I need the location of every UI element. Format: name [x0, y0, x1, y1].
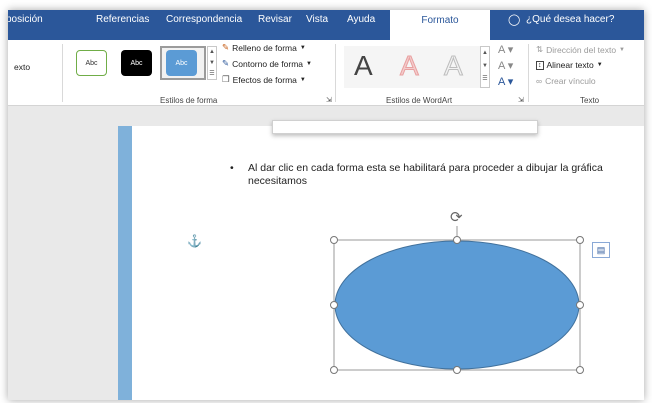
shape-style-outline[interactable]: Abc — [76, 50, 107, 76]
divider — [62, 44, 63, 102]
resize-handle-top-right[interactable] — [576, 236, 584, 244]
selected-shape[interactable] — [326, 210, 596, 380]
paint-bucket-icon: ✎ — [222, 42, 230, 52]
floating-toolbar[interactable] — [272, 120, 538, 134]
create-link-label: Crear vínculo — [545, 76, 596, 86]
ribbon-tab-bar: posición Referencias Correspondencia Rev… — [8, 10, 644, 40]
group-title-text: Texto — [580, 96, 600, 105]
shape-style-blue[interactable]: Abc — [166, 50, 197, 76]
create-link-command[interactable]: ∞ Crear vínculo — [536, 76, 596, 86]
tab-vista[interactable]: Vista — [306, 14, 328, 25]
tab-ayuda[interactable]: Ayuda — [347, 14, 375, 25]
group-title-shape-styles: Estilos de forma — [160, 96, 218, 105]
ribbon-body: exto Abc Abc Abc ▲ ▼ ☰ ✎ Relleno de forma … — [8, 40, 644, 106]
text-direction-command[interactable]: ⇅ Dirección del texto ▼ — [536, 44, 625, 55]
wordart-style-1[interactable]: A — [354, 50, 373, 82]
tab-disposicion[interactable]: posición — [8, 14, 43, 25]
document-area: • Al dar clic en cada forma esta se habi… — [8, 106, 644, 400]
align-text-icon: ↕ — [536, 60, 544, 70]
tell-me-search[interactable]: ¿Qué desea hacer? — [526, 14, 614, 25]
tab-referencias[interactable]: Referencias — [96, 14, 149, 25]
gallery-scroll-buttons[interactable]: ▲ ▼ ☰ — [207, 46, 217, 80]
shape-fill-label: Relleno de forma — [232, 42, 297, 53]
text-effects-icon[interactable]: A ▾ — [498, 75, 513, 88]
resize-handle-bottom[interactable] — [453, 366, 461, 374]
text-fill-icon[interactable]: A ▾ — [498, 43, 513, 56]
blue-oval[interactable] — [334, 240, 580, 370]
bullet-text-line1: Al dar clic en cada forma esta se habili… — [248, 162, 603, 174]
resize-handle-top[interactable] — [453, 236, 461, 244]
resize-handle-right[interactable] — [576, 301, 584, 309]
tab-revisar[interactable]: Revisar — [258, 14, 292, 25]
divider — [528, 44, 529, 102]
anchor-icon: ⚓ — [187, 234, 202, 248]
link-icon: ∞ — [536, 76, 543, 86]
text-group-cut-label[interactable]: exto — [14, 62, 30, 72]
resize-handle-bottom-left[interactable] — [330, 366, 338, 374]
chevron-down-icon: ▼ — [619, 46, 625, 53]
chevron-down-icon: ▼ — [299, 44, 306, 51]
rotate-handle-icon[interactable]: ⟳ — [450, 208, 463, 226]
wordart-style-2[interactable]: A — [400, 50, 420, 82]
text-direction-icon: ⇅ — [536, 44, 544, 54]
shape-effects-command[interactable]: ❐ Efectos de forma ▼ — [222, 74, 306, 85]
shape-outline-command[interactable]: ✎ Contorno de forma ▼ — [222, 58, 312, 69]
bullet-marker: • — [230, 162, 234, 174]
align-text-label: Alinear texto — [546, 60, 594, 70]
shape-style-black[interactable]: Abc — [121, 50, 152, 76]
dialog-launcher-icon[interactable]: ⇲ — [518, 96, 524, 104]
word-window: posición Referencias Correspondencia Rev… — [8, 10, 644, 400]
shape-effects-label: Efectos de forma — [232, 74, 297, 85]
layout-options-icon[interactable]: ▤ — [592, 242, 610, 258]
resize-handle-left[interactable] — [330, 301, 338, 309]
divider — [335, 44, 336, 102]
page-side-decoration — [118, 126, 132, 400]
lightbulb-icon[interactable]: ◯ — [508, 13, 520, 26]
text-direction-label: Dirección del texto — [546, 44, 617, 55]
wordart-style-3[interactable]: A — [444, 50, 464, 82]
dialog-launcher-icon[interactable]: ⇲ — [326, 96, 332, 104]
chevron-down-icon: ▼ — [596, 62, 603, 68]
wordart-scroll-buttons[interactable]: ▲ ▼ ☰ — [480, 46, 490, 88]
chevron-down-icon: ▼ — [299, 76, 306, 83]
tab-formato[interactable]: Formato — [390, 10, 490, 40]
effects-icon: ❐ — [222, 74, 230, 84]
text-outline-icon[interactable]: A ▾ — [498, 59, 513, 72]
chevron-down-icon: ▼ — [306, 60, 312, 67]
bullet-text-line2: necesitamos — [248, 175, 307, 187]
align-text-command[interactable]: ↕ Alinear texto ▼ — [536, 60, 603, 70]
resize-handle-top-left[interactable] — [330, 236, 338, 244]
shape-outline-label: Contorno de forma — [232, 58, 303, 69]
resize-handle-bottom-right[interactable] — [576, 366, 584, 374]
shape-fill-command[interactable]: ✎ Relleno de forma ▼ — [222, 42, 306, 53]
tab-correspondencia[interactable]: Correspondencia — [166, 14, 242, 25]
group-title-wordart: Estilos de WordArt — [386, 96, 453, 105]
pencil-outline-icon: ✎ — [222, 58, 230, 68]
